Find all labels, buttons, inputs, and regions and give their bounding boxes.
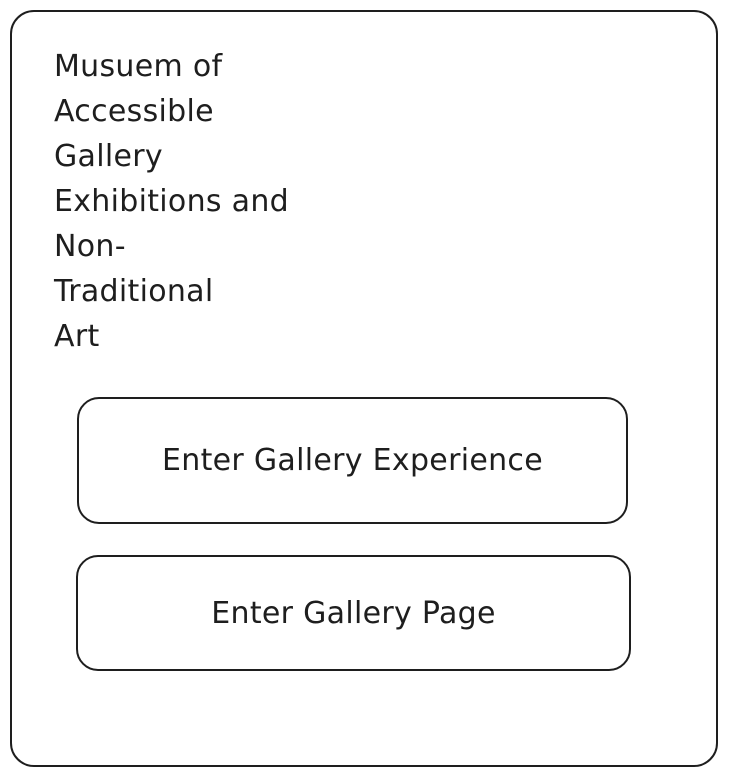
museum-title: Musuem of Accessible Gallery Exhibitions… <box>54 44 354 359</box>
title-line: Traditional <box>54 274 214 309</box>
title-line: Musuem of <box>54 49 223 84</box>
enter-gallery-page-button[interactable]: Enter Gallery Page <box>76 555 631 671</box>
title-line: Gallery <box>54 139 163 174</box>
title-line: Accessible <box>54 94 214 129</box>
title-line: Non- <box>54 229 126 264</box>
title-line: Exhibitions and <box>54 184 290 219</box>
title-line: Art <box>54 319 100 354</box>
enter-gallery-experience-button[interactable]: Enter Gallery Experience <box>77 397 628 524</box>
